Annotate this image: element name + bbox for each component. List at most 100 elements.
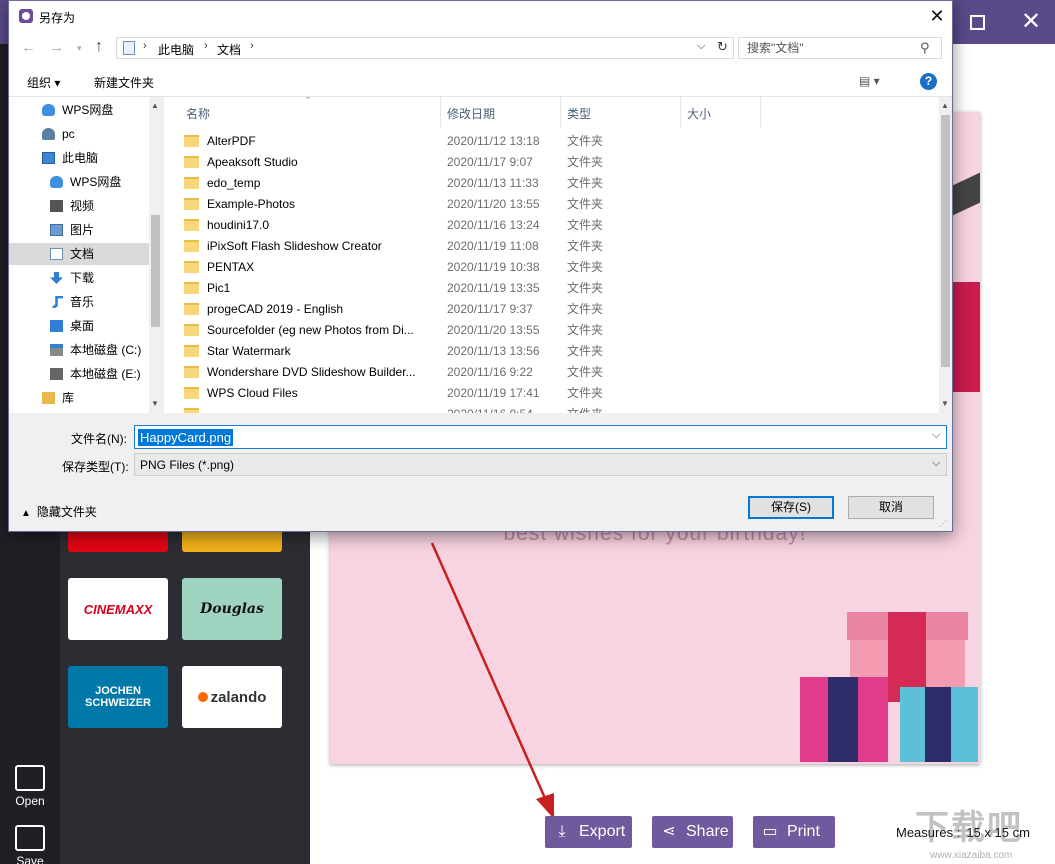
dialog-close-button[interactable]: ✕ — [924, 4, 950, 30]
app-close-button[interactable]: ✕ — [1016, 8, 1046, 36]
template-card-zalando[interactable]: zalando — [182, 666, 282, 728]
nav-item-wps-cloud[interactable]: WPS网盘 — [9, 99, 149, 121]
file-row[interactable]: Wondershare DVD Slideshow Builder... 2020… — [164, 362, 934, 383]
file-type: 文件夹 — [567, 323, 604, 337]
organize-button[interactable]: 组织 ▾ — [27, 74, 60, 91]
column-divider[interactable] — [680, 97, 681, 127]
nav-item-videos[interactable]: 视频 — [9, 195, 149, 217]
folder-icon — [184, 219, 199, 231]
column-size[interactable]: 大小 — [687, 105, 711, 122]
nav-scroll-thumb[interactable] — [151, 215, 160, 327]
nav-item-wps-cloud-2[interactable]: WPS网盘 — [9, 171, 149, 193]
column-divider[interactable] — [760, 97, 761, 127]
file-name: Pic1 — [207, 281, 231, 295]
up-arrow-icon[interactable]: ↑ — [95, 38, 103, 56]
file-modified: 2020/11/19 13:35 — [447, 281, 540, 295]
cancel-button[interactable]: 取消 — [848, 496, 934, 519]
chevron-down-icon[interactable]: ⌵ — [932, 429, 940, 442]
search-input[interactable] — [739, 38, 914, 58]
refresh-icon[interactable]: ↻ — [717, 39, 728, 55]
zalando-logo: zalando — [210, 688, 267, 706]
file-row[interactable]: WPS Cloud Files 2020/11/19 17:41 文件夹 — [164, 383, 934, 404]
save-project-button[interactable]: Save — [6, 825, 54, 864]
nav-item-pc-user[interactable]: pc — [9, 123, 149, 145]
file-name: Wondershare DVD Slideshow Builder... — [207, 365, 416, 379]
scroll-up-icon[interactable]: ▲ — [941, 101, 949, 110]
template-card-cinemaxx[interactable]: CINEMAXX — [68, 578, 168, 640]
chevron-down-icon[interactable]: ⌵ — [697, 40, 705, 53]
file-row[interactable]: Example-Photos 2020/11/20 13:55 文件夹 — [164, 194, 934, 215]
column-headers: ⌃ 名称 修改日期 类型 大小 — [164, 97, 952, 127]
file-row[interactable]: edo_temp 2020/11/13 11:33 文件夹 — [164, 173, 934, 194]
breadcrumb-this-pc[interactable]: 此电脑 — [158, 41, 194, 58]
file-row[interactable]: progeCAD 2019 - English 2020/11/17 9:37 文件… — [164, 299, 934, 320]
print-button[interactable]: ▭ Print — [753, 816, 835, 848]
nav-item-drive-c[interactable]: 本地磁盘 (C:) — [9, 339, 149, 361]
column-modified[interactable]: 修改日期 — [447, 105, 495, 122]
drive-icon — [50, 344, 63, 356]
card-decoration-stripe — [950, 282, 980, 392]
file-row[interactable]: AlterPDF 2020/11/12 13:18 文件夹 — [164, 131, 934, 152]
nav-item-pictures[interactable]: 图片 — [9, 219, 149, 241]
file-row[interactable]: houdini17.0 2020/11/16 13:24 文件夹 — [164, 215, 934, 236]
file-name: Sourcefolder (eg new Photos from Di... — [207, 323, 414, 337]
nav-item-music[interactable]: 音乐 — [9, 291, 149, 313]
chevron-down-icon[interactable]: ⌵ — [932, 457, 940, 470]
file-row[interactable]: iPixSoft Flash Slideshow Creator 2020/11/… — [164, 236, 934, 257]
open-button[interactable]: Open — [6, 765, 54, 808]
nav-item-this-pc[interactable]: 此电脑 — [9, 147, 149, 169]
library-icon — [42, 392, 55, 404]
file-scrollbar[interactable]: ▲ ▼ — [939, 97, 952, 413]
filetype-select[interactable]: PNG Files (*.png) ⌵ — [134, 453, 947, 476]
file-scroll-thumb[interactable] — [941, 115, 950, 367]
save-button[interactable]: 保存(S) — [748, 496, 834, 519]
file-modified: 2020/11/19 17:41 — [447, 386, 540, 400]
column-divider[interactable] — [440, 97, 441, 127]
help-icon[interactable]: ? — [920, 73, 937, 90]
back-arrow-icon[interactable]: ← — [21, 39, 36, 56]
new-folder-button[interactable]: 新建文件夹 — [94, 74, 154, 91]
nav-scrollbar[interactable]: ▲ ▼ — [149, 97, 162, 413]
chevron-up-icon: ▲ — [21, 508, 31, 519]
nav-item-documents[interactable]: 文档 — [9, 243, 149, 265]
column-type[interactable]: 类型 — [567, 105, 591, 122]
app-maximize-button[interactable] — [962, 8, 992, 36]
breadcrumb-separator[interactable]: › — [204, 40, 208, 52]
chevron-down-icon[interactable]: ▾ — [77, 43, 82, 54]
nav-item-downloads[interactable]: 下载 — [9, 267, 149, 289]
column-divider[interactable] — [560, 97, 561, 127]
nav-item-drive-e[interactable]: 本地磁盘 (E:) — [9, 363, 149, 385]
file-row[interactable]: Pic1 2020/11/19 13:35 文件夹 — [164, 278, 934, 299]
address-bar[interactable]: › 此电脑 › 文档 › ⌵ ↻ — [116, 37, 734, 59]
resize-grip-icon[interactable]: ⋰ — [939, 519, 949, 529]
scroll-up-icon[interactable]: ▲ — [151, 101, 159, 110]
scroll-down-icon[interactable]: ▼ — [941, 399, 949, 408]
file-row[interactable]: Sourcefolder (eg new Photos from Di... 20… — [164, 320, 934, 341]
file-modified: 2020/11/19 11:08 — [447, 239, 539, 253]
file-row[interactable]: PENTAX 2020/11/19 10:38 文件夹 — [164, 257, 934, 278]
file-name: progeCAD 2019 - English — [207, 302, 344, 316]
file-row[interactable]: Star Watermark 2020/11/13 13:56 文件夹 — [164, 341, 934, 362]
file-row[interactable]: Apeaksoft Studio 2020/11/17 9:07 文件夹 — [164, 152, 934, 173]
hide-folders-toggle[interactable]: ▲ 隐藏文件夹 — [21, 503, 97, 520]
breadcrumb-documents[interactable]: 文档 — [217, 41, 241, 58]
forward-arrow-icon[interactable]: → — [49, 39, 64, 56]
scroll-down-icon[interactable]: ▼ — [151, 399, 159, 408]
breadcrumb-separator[interactable]: › — [250, 40, 254, 52]
search-box[interactable]: ⚲ — [738, 37, 942, 59]
nav-item-library[interactable]: 库 — [9, 387, 149, 409]
export-button[interactable]: ⤓ Export — [545, 816, 632, 848]
download-icon: ⤓ — [558, 823, 566, 840]
nav-item-desktop[interactable]: 桌面 — [9, 315, 149, 337]
file-row[interactable]: ... 2020/11/16 9:54 文件夹 — [164, 404, 934, 413]
filename-field[interactable]: HappyCard.png ⌵ — [134, 425, 947, 449]
filename-input[interactable]: HappyCard.png — [138, 429, 234, 446]
view-options-icon[interactable]: ▤ ▾ — [859, 74, 880, 88]
breadcrumb-separator[interactable]: › — [143, 40, 147, 52]
filename-label: 文件名(N): — [71, 432, 127, 446]
share-button[interactable]: ⋖ Share — [652, 816, 733, 848]
template-card-douglas[interactable]: Douglas — [182, 578, 282, 640]
column-name[interactable]: 名称 — [186, 105, 210, 122]
template-card-jochen-schweizer[interactable]: JOCHEN SCHWEIZER — [68, 666, 168, 728]
jochen-logo: JOCHEN SCHWEIZER — [85, 685, 151, 709]
